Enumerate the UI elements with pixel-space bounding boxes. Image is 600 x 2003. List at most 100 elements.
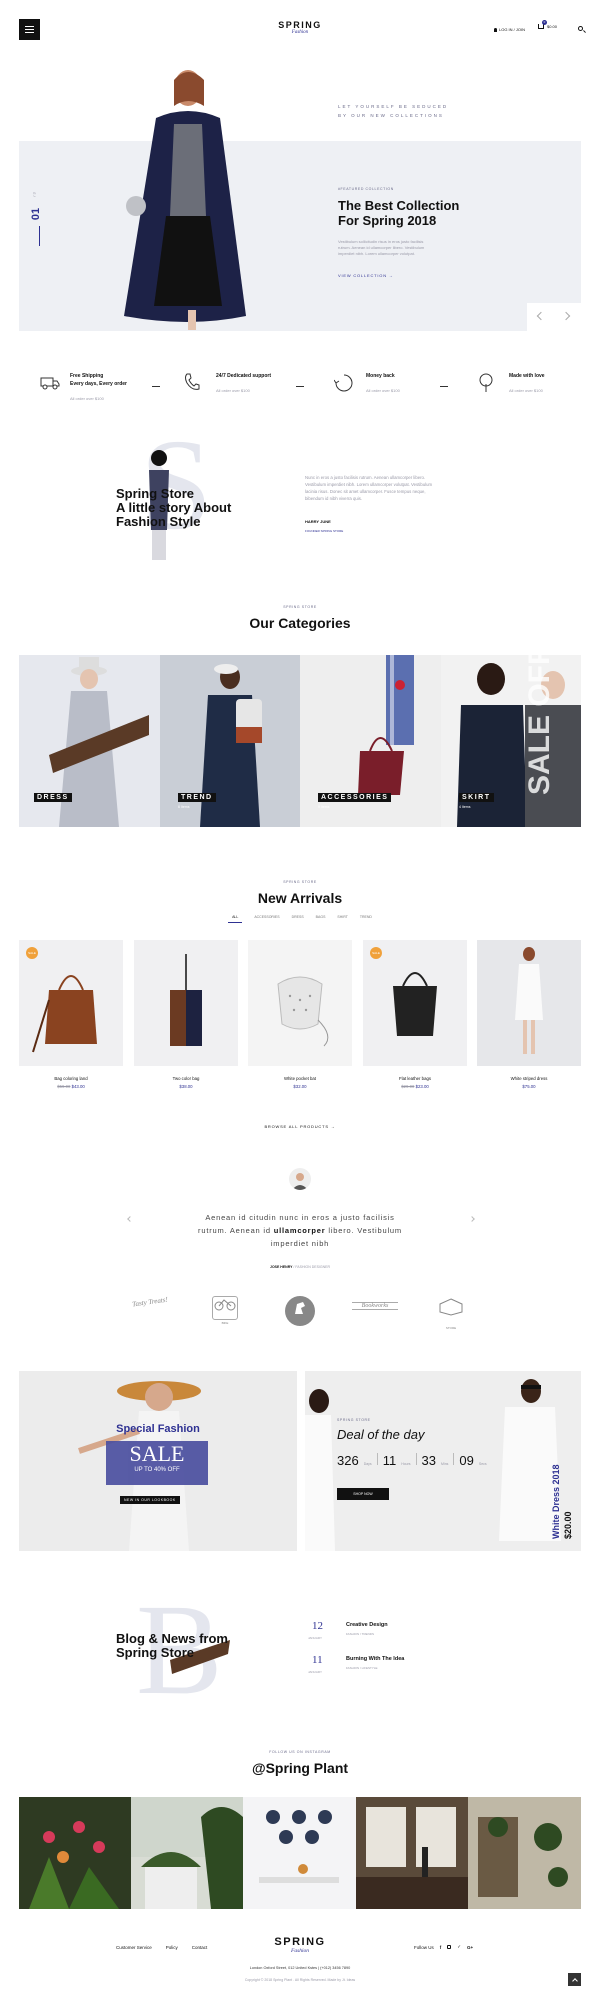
product-name: White striped dress [510,1076,548,1081]
product-name: Bag coloring land [54,1076,88,1081]
product-card[interactable]: Two color bag $38.00 [134,940,238,1090]
brand-logo[interactable]: Tasty Treats! [130,1295,171,1309]
product-card[interactable]: White pocket bat $32.00 [248,940,352,1090]
instagram-photo[interactable] [468,1797,581,1909]
footer-link-policy[interactable]: Policy [166,1945,178,1950]
lookbook-button[interactable]: NEW IN OUR LOOKBOOK [120,1496,180,1504]
arrivals-kicker: SPRING STORE [283,880,317,884]
sale-badge: SALE [26,947,38,959]
product-current-price: $38.00 [179,1084,193,1089]
follow-label: Follow Us [414,1944,434,1950]
product-card[interactable]: SALE Flat leather bags $29.00 $23.00 [363,940,467,1090]
feature-title: Money back [366,373,395,379]
brand-logo[interactable]: HORSE [285,1296,315,1332]
cart-button[interactable]: 0 $0.00 [538,20,557,29]
hero-desc-2: rutrum. Aenean id ullamcorper libero. Ve… [338,245,425,250]
arrivals-tabs: ALL ACCESSORIES DRESS BAGS SHIRT TREND [0,915,600,923]
product-name: Two color bag [172,1076,200,1081]
feature-sub: All order over $100 [366,388,400,393]
twitter-icon[interactable]: ✓ [457,1944,461,1950]
login-link[interactable]: LOG IN / JOIN [494,27,525,32]
footer-link-customer-service[interactable]: Customer Service [116,1945,152,1950]
tab-dress[interactable]: DRESS [292,915,304,923]
product-image [477,940,581,1066]
blog-post[interactable]: 12 JANUARY Creative Design FASHION / TRE… [308,1620,468,1650]
feature-divider [440,386,448,387]
feature-divider [296,386,304,387]
product-card[interactable]: SALE Bag coloring land $59.00 $43.00 [19,940,123,1090]
brand-logo[interactable]: Bookworks [352,1302,398,1310]
special-fashion-title: Special Fashion [116,1423,200,1435]
footer-links: Customer Service Policy Contact [116,1945,207,1950]
category-card-skirt[interactable]: SALE OFF SKIRT 4 Items [441,655,581,827]
product-image [248,940,352,1066]
sale-percent: UP TO 40% OFF [134,1467,180,1473]
brand-logo[interactable]: BIKE [212,1296,238,1325]
product-image [363,940,467,1066]
tab-accessories[interactable]: ACCESSORIES [254,915,279,923]
testimonial-line-2: rutrum. Aenean id ullamcorper libero. Ve… [198,1226,402,1235]
hero-title-1: The Best Collection [338,198,460,213]
truck-icon [40,377,60,390]
product-current-price: $43.00 [71,1084,85,1089]
feature-item: 24/7 Dedicated support All order over $1… [184,373,294,403]
tab-bags[interactable]: BAGS [316,915,326,923]
chevron-right-icon [561,311,571,321]
user-icon [494,27,497,32]
category-card-dress[interactable]: DRESS [19,655,160,827]
view-collection-link[interactable]: VIEW COLLECTION → [338,273,394,278]
category-card-accessories[interactable]: ACCESSORIES 9 Items [300,655,441,827]
phone-icon [185,373,200,390]
instagram-title: @Spring Plant [251,1760,349,1776]
logo-text: SPRING [278,20,322,30]
about-author: HARRY JUNE [305,519,331,524]
hamburger-icon [25,26,34,33]
tab-shirt[interactable]: SHIRT [337,915,347,923]
instagram-icon[interactable] [447,1945,452,1949]
product-current-price: $23.00 [415,1084,429,1089]
blog-post-title: Creative Design [346,1622,388,1628]
deal-vertical-price: $20.00 [563,1511,573,1539]
menu-button[interactable] [19,19,40,40]
instagram-photo[interactable] [19,1797,131,1909]
testimonial-line-1: Aenean id citudin nunc in eros a justo f… [205,1213,395,1222]
hero-title-2: For Spring 2018 [338,213,437,228]
google-plus-icon[interactable]: G+ [467,1945,473,1950]
tab-all[interactable]: ALL [228,915,243,923]
feature-divider [152,386,160,387]
back-to-top-button[interactable] [568,1973,581,1986]
horse-icon [295,1302,305,1314]
countdown-days: 326 [337,1453,359,1468]
instagram-photo[interactable] [131,1797,243,1909]
instagram-photo[interactable] [356,1797,468,1909]
instagram-photo[interactable] [243,1797,356,1909]
slide-total: / 3 [31,192,37,197]
countdown-mins: 33 [421,1453,436,1468]
blog-post[interactable]: 11 JANUARY Burning With The Idea FASHION… [308,1654,468,1684]
facebook-icon[interactable]: f [440,1945,442,1950]
promo-special-banner[interactable]: Special Fashion SALE UP TO 40% OFF NEW I… [19,1371,297,1551]
testimonial-name: JOSE HENRY [270,1265,293,1269]
box-icon [439,1298,463,1316]
cart-icon: 0 [538,20,547,29]
feature-title: 24/7 Dedicated support [216,373,272,379]
footer-logo[interactable]: SPRING Fashion [260,1936,340,1954]
footer-link-contact[interactable]: Contact [192,1945,208,1950]
tab-trend[interactable]: TREND [360,915,372,923]
browse-all-link[interactable]: BROWSE ALL PRODUCTS → [0,1124,600,1129]
category-card-trend[interactable]: TREND 6 Items [160,655,300,827]
site-logo[interactable]: SPRING Fashion [260,20,340,35]
brand-logo[interactable]: STORE [438,1298,464,1330]
hero-next-arrow[interactable] [554,303,581,331]
blog-post-month: JANUARY [308,1670,322,1674]
hero-prev-arrow[interactable] [527,303,554,331]
blog-post-title: Burning With The Idea [346,1656,405,1662]
feature-item: Made with love All order over $100 [477,373,577,403]
product-current-price: $75.00 [522,1084,536,1089]
about-para-4: bibendum id nibh viverra quis. [305,496,363,501]
search-icon[interactable] [578,26,586,33]
footer-address: London Oxford Street, 012 United Kstes |… [249,1966,351,1970]
product-card[interactable]: White striped dress $75.00 [477,940,581,1090]
shop-now-button[interactable]: SHOP NOW [337,1488,389,1500]
product-image [134,940,238,1066]
